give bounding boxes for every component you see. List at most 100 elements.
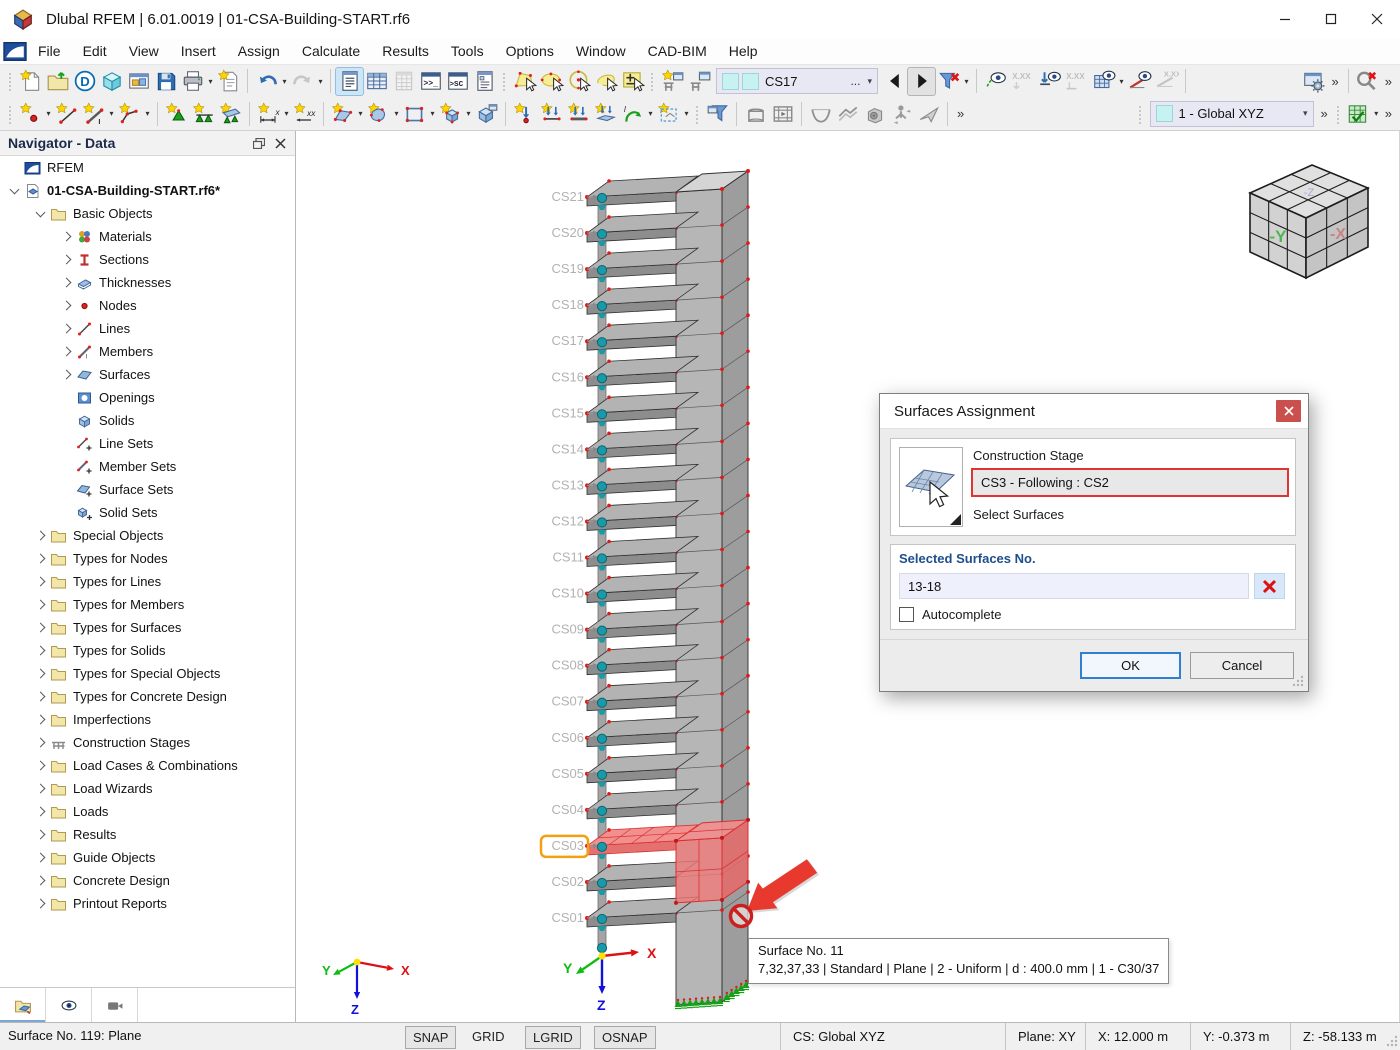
chevron-collapsed-icon[interactable] (35, 829, 45, 840)
menu-file[interactable]: File (27, 40, 72, 62)
supports-visibility-icon[interactable] (1036, 68, 1063, 95)
toggle-grid[interactable]: GRID (465, 1026, 512, 1047)
results-solids-icon[interactable] (861, 100, 888, 127)
new-construction-stage-icon[interactable] (659, 68, 686, 95)
tree-item-imperfections[interactable]: Imperfections (0, 708, 295, 731)
chevron-collapsed-icon[interactable] (35, 737, 45, 748)
chevron-collapsed-icon[interactable] (35, 875, 45, 886)
tree-item-printout-reports[interactable]: Printout Reports (0, 892, 295, 915)
next-stage-icon[interactable] (907, 66, 936, 96)
new-block-icon[interactable] (473, 100, 500, 127)
clear-selection-button[interactable] (1254, 573, 1285, 599)
chevron-down-icon[interactable]: ▾ (1300, 108, 1308, 119)
menu-edit[interactable]: Edit (72, 40, 118, 62)
chevron-expanded-icon[interactable] (9, 184, 19, 194)
filter-off-icon-dropdown[interactable]: ▾ (962, 77, 971, 86)
chevron-collapsed-icon[interactable] (35, 691, 45, 702)
tree-item-materials[interactable]: Materials (0, 225, 295, 248)
surfaces-number-input[interactable]: 13-18 (899, 573, 1249, 599)
chevron-down-icon[interactable]: ▾ (864, 76, 872, 87)
chevron-collapsed-icon[interactable] (61, 254, 71, 265)
chevron-collapsed-icon[interactable] (61, 369, 71, 380)
select-circle-icon[interactable] (565, 68, 592, 95)
tree-item-guide-objects[interactable]: Guide Objects (0, 846, 295, 869)
construction-stage-combo[interactable]: CS17... ▾ (716, 68, 878, 94)
select-lasso-icon[interactable] (592, 68, 619, 95)
previous-stage-icon[interactable] (881, 68, 908, 95)
chevron-collapsed-icon[interactable] (61, 346, 71, 357)
tree-item-results[interactable]: Results (0, 823, 295, 846)
toggle-lgrid[interactable]: LGRID (525, 1026, 581, 1049)
menu-help[interactable]: Help (718, 40, 769, 62)
edit-construction-stage-icon[interactable] (686, 68, 713, 95)
stage-more-button[interactable]: ... (846, 74, 864, 88)
tree-item-sections[interactable]: Sections (0, 248, 295, 271)
toolbar-group-handle[interactable] (650, 71, 655, 91)
chevron-collapsed-icon[interactable] (35, 530, 45, 541)
new-line-support-icon[interactable] (190, 100, 217, 127)
new-dimension-icon[interactable]: x (255, 100, 282, 127)
more-find-tools-chevron[interactable]: » (1381, 74, 1396, 89)
menu-window[interactable]: Window (565, 40, 637, 62)
chevron-collapsed-icon[interactable] (35, 576, 45, 587)
coordinate-system-combo[interactable]: 1 - Global XYZ ▾ (1149, 100, 1314, 127)
panel-manager-icon[interactable] (471, 68, 498, 95)
new-nodal-support-icon[interactable] (163, 100, 190, 127)
tree-item-concrete-design[interactable]: Concrete Design (0, 869, 295, 892)
menu-insert[interactable]: Insert (170, 40, 227, 62)
tree-item-member-sets[interactable]: Member Sets (0, 455, 295, 478)
new-surface-icon[interactable] (329, 100, 356, 127)
new-surface-support-icon[interactable] (217, 100, 244, 127)
new-node-icon[interactable] (17, 100, 44, 127)
navigator-data-tab[interactable] (0, 988, 46, 1022)
numbering-values-icon[interactable]: X.XX (1009, 68, 1036, 95)
chevron-collapsed-icon[interactable] (35, 553, 45, 564)
chevron-collapsed-icon[interactable] (35, 599, 45, 610)
menu-view[interactable]: View (118, 40, 170, 62)
numbering-visibility-icon[interactable] (982, 68, 1009, 95)
more-calc-chevron[interactable]: » (1381, 106, 1396, 121)
chevron-collapsed-icon[interactable] (61, 300, 71, 311)
chevron-collapsed-icon[interactable] (61, 277, 71, 288)
slope-values-icon[interactable]: X.XX (1153, 68, 1180, 95)
new-imperfection-icon-dropdown[interactable]: ▾ (646, 109, 655, 118)
supports-values-icon[interactable]: X.XX (1063, 68, 1090, 95)
new-polyline-icon-dropdown[interactable]: ▾ (143, 109, 152, 118)
ok-button[interactable]: OK (1080, 652, 1181, 679)
chevron-collapsed-icon[interactable] (35, 622, 45, 633)
results-person-icon[interactable] (888, 100, 915, 127)
tree-item-types-for-solids[interactable]: Types for Solids (0, 639, 295, 662)
tree-item-types-for-members[interactable]: Types for Members (0, 593, 295, 616)
redo-icon-dropdown[interactable]: ▾ (316, 77, 325, 86)
menu-calculate[interactable]: Calculate (291, 40, 371, 62)
clipping-box-icon[interactable] (742, 100, 769, 127)
navigator-visibilities-tab[interactable] (92, 988, 138, 1022)
open-model-icon[interactable] (44, 68, 71, 95)
new-opening-icon-dropdown[interactable]: ▾ (392, 109, 401, 118)
new-surface-icon-dropdown[interactable]: ▾ (356, 109, 365, 118)
tree-item-members[interactable]: I Members (0, 340, 295, 363)
tree-item-load-wizards[interactable]: Load Wizards (0, 777, 295, 800)
new-printout-report-icon[interactable] (215, 68, 242, 95)
tree-item-thicknesses[interactable]: Thicknesses (0, 271, 295, 294)
select-polygon-icon[interactable] (511, 68, 538, 95)
new-model-icon[interactable] (17, 68, 44, 95)
tree-item-rfem[interactable]: RFEM (0, 156, 295, 179)
menu-results[interactable]: Results (371, 40, 440, 62)
new-member-icon-dropdown[interactable]: ▾ (107, 109, 116, 118)
chevron-collapsed-icon[interactable] (35, 760, 45, 771)
select-ellipse-icon[interactable] (538, 68, 565, 95)
model-cube-icon[interactable] (98, 68, 125, 95)
tree-item-loads[interactable]: Loads (0, 800, 295, 823)
mesh-visibility-icon[interactable] (1090, 68, 1117, 95)
more-results-chevron[interactable]: » (953, 106, 968, 121)
tree-item-nodes[interactable]: Nodes (0, 294, 295, 317)
tree-item-solids[interactable]: Solids (0, 409, 295, 432)
tree-item-surfaces[interactable]: Surfaces (0, 363, 295, 386)
toolbar-group-handle[interactable] (1335, 103, 1341, 124)
new-node-icon-dropdown[interactable]: ▾ (44, 109, 53, 118)
tree-item-solid-sets[interactable]: Solid Sets (0, 501, 295, 524)
toolbar-group-handle[interactable] (695, 103, 700, 124)
tree-item-special-objects[interactable]: Special Objects (0, 524, 295, 547)
tree-item-lines[interactable]: Lines (0, 317, 295, 340)
